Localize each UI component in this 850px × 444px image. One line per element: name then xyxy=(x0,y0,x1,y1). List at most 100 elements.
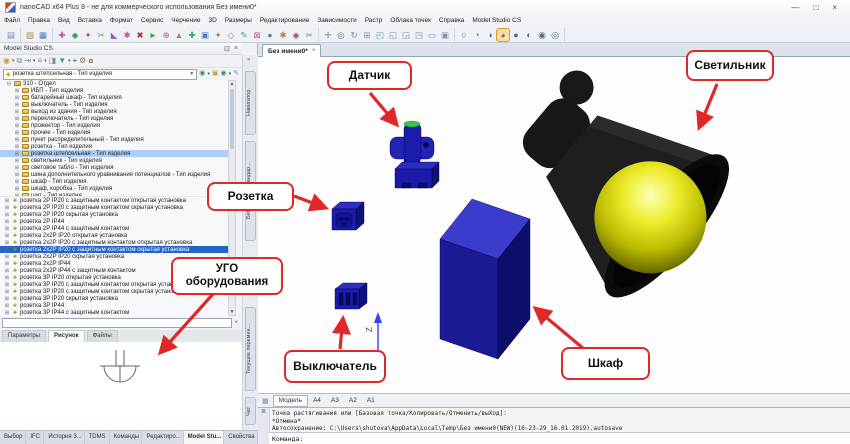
tree-item[interactable]: ⊞розетка - Тип изделия xyxy=(0,143,228,150)
expander-icon[interactable]: ⊞ xyxy=(14,130,20,136)
scroll-up-icon[interactable]: ▲ xyxy=(229,81,235,87)
menu-item[interactable]: Сервис xyxy=(137,15,167,27)
cad-tool-icon[interactable]: ✱ xyxy=(277,29,289,41)
clear-filter-icon[interactable]: × xyxy=(234,320,238,326)
expander-icon[interactable]: ⊞ xyxy=(14,186,20,192)
expander-icon[interactable]: ⊞ xyxy=(4,289,10,295)
tree-item[interactable]: ⊞шкаф, коробка - Тип изделия xyxy=(0,185,228,192)
side-tab[interactable]: Навигатор xyxy=(245,71,256,135)
layout-tab-A1[interactable]: A1 xyxy=(362,395,380,407)
expander-icon[interactable]: ⊞ xyxy=(14,109,20,115)
layout-tab-A2[interactable]: A2 xyxy=(344,395,362,407)
dropdown-arrow-icon[interactable]: ▾ xyxy=(33,58,36,64)
menu-item[interactable]: Зависимости xyxy=(313,15,360,27)
cad-tool-icon[interactable]: ◇ xyxy=(225,29,237,41)
cad-tool-icon[interactable]: ✚ xyxy=(56,29,68,41)
expander-icon[interactable]: ⊞ xyxy=(14,144,20,150)
dropdown-arrow-icon[interactable]: ▾ xyxy=(68,58,71,64)
expander-icon[interactable]: ⊞ xyxy=(4,282,10,288)
cabinet-model[interactable] xyxy=(440,199,530,359)
new-file-icon[interactable]: ▤ xyxy=(5,29,17,41)
part-item[interactable]: ⊞✚розетка 2P IP44 xyxy=(0,218,228,225)
box-view-icon[interactable]: ▭ xyxy=(426,29,438,41)
expander-icon[interactable]: ⊞ xyxy=(14,158,20,164)
expander-icon[interactable]: ⊞ xyxy=(4,240,10,246)
part-item[interactable]: ⊞✚розетка 3P IP44 xyxy=(0,302,228,309)
expander-icon[interactable]: ⊞ xyxy=(4,303,10,309)
cad-tool-icon[interactable]: ▣ xyxy=(199,29,211,41)
expander-icon[interactable]: ⊟ xyxy=(6,81,12,87)
menu-item[interactable]: Справка xyxy=(435,15,469,27)
close-button[interactable]: × xyxy=(832,3,837,12)
part-item[interactable]: ⊞✚розетка 2х2P IP20 с защитным контактом… xyxy=(0,246,228,253)
menu-item[interactable]: Правка xyxy=(24,15,54,27)
cad-tool-icon[interactable]: ● xyxy=(264,29,276,41)
dock-tab[interactable]: TDMS xyxy=(85,431,110,444)
view-style-icon[interactable]: ● xyxy=(510,29,522,41)
tree-item[interactable]: ⊞шина дополнительного уравнивания потенц… xyxy=(0,171,228,178)
expander-icon[interactable]: ⊞ xyxy=(4,212,10,218)
filter-icon[interactable]: ▼ xyxy=(58,55,66,67)
part-item[interactable]: ⊞✚розетка 2P IP20 скрытая установка xyxy=(0,211,228,218)
menu-item[interactable]: Формат xyxy=(106,15,137,27)
apply-icon[interactable]: ◉ xyxy=(221,69,227,79)
collapse-icon[interactable]: ◨ xyxy=(49,55,57,67)
expander-icon[interactable]: ⊞ xyxy=(4,261,10,267)
socket-model[interactable] xyxy=(332,202,364,230)
side-tab[interactable]: Чат xyxy=(245,397,256,425)
zoom-icon[interactable]: ◎ xyxy=(335,29,347,41)
tree-root[interactable]: ⊟310 - Отдел xyxy=(0,80,228,87)
expander-icon[interactable]: ⊞ xyxy=(14,179,20,185)
box-view-icon[interactable]: ◰ xyxy=(374,29,386,41)
expander-icon[interactable]: ⊞ xyxy=(4,254,10,260)
document-tab-close-icon[interactable]: × xyxy=(312,48,316,54)
image-icon[interactable]: ▣ xyxy=(212,69,219,79)
element-type-icon[interactable]: ◉ xyxy=(3,55,10,67)
expander-icon[interactable]: ⊞ xyxy=(14,137,20,143)
tree-item[interactable]: ⊞выключатель - Тип изделия xyxy=(0,101,228,108)
menu-item[interactable]: Растр xyxy=(361,15,387,27)
open-icon[interactable]: ▧ xyxy=(24,29,36,41)
expander-icon[interactable]: ⊞ xyxy=(4,226,10,232)
switch-model[interactable] xyxy=(335,283,367,309)
search-icon[interactable]: ⌖ xyxy=(73,55,78,67)
search-combo[interactable]: ◆ розетка штепсельная - Тип изделия ▼ xyxy=(3,69,197,80)
part-item[interactable]: ⊞✚розетка 2P IP20 с защитным контактом о… xyxy=(0,197,228,204)
palette-tab-Рисунок[interactable]: Рисунок xyxy=(48,330,85,342)
menu-item[interactable]: Размеры xyxy=(221,15,256,27)
expander-icon[interactable]: ⊞ xyxy=(4,247,10,253)
cad-tool-icon[interactable]: ◆ xyxy=(69,29,81,41)
tree-item[interactable]: ⊞световое табло - Тип изделия xyxy=(0,164,228,171)
tree-item[interactable]: ⊞светильник - Тип изделия xyxy=(0,157,228,164)
expander-icon[interactable]: ⊞ xyxy=(14,172,20,178)
tree-item[interactable]: ⊞выход из здания - Тип изделия xyxy=(0,108,228,115)
goto-icon[interactable]: ⇥ xyxy=(24,55,31,67)
cad-tool-icon[interactable]: ◣ xyxy=(108,29,120,41)
view-style-icon[interactable]: ◕ xyxy=(497,29,509,41)
cad-tool-icon[interactable]: ◆ xyxy=(290,29,302,41)
expander-icon[interactable]: ⊞ xyxy=(4,275,10,281)
tree-item[interactable]: ⊞шкаф - Тип изделия xyxy=(0,178,228,185)
tree-item[interactable]: ⊞прочее - Тип изделия xyxy=(0,129,228,136)
insert-object-icon[interactable]: ◉ xyxy=(199,69,205,79)
expander-icon[interactable]: ⊞ xyxy=(4,268,10,274)
filter-input[interactable] xyxy=(2,318,232,328)
tree-item[interactable]: ⊞батарейный шкаф - Тип изделия xyxy=(0,94,228,101)
expander-icon[interactable]: ⊞ xyxy=(4,219,10,225)
export-icon[interactable]: ⧇ xyxy=(88,55,93,67)
cad-tool-icon[interactable]: ⊠ xyxy=(251,29,263,41)
view-style-icon[interactable]: ◐ xyxy=(523,29,535,41)
settings-icon[interactable]: ⚙ xyxy=(79,55,86,67)
menu-item[interactable]: Редактирование xyxy=(256,15,314,27)
menu-item[interactable]: Файл xyxy=(0,15,24,27)
view-style-icon[interactable]: ◔ xyxy=(471,29,483,41)
expander-icon[interactable]: ⊞ xyxy=(14,151,20,157)
collapse-chevron-icon[interactable]: » xyxy=(247,57,250,63)
dock-tab[interactable]: Команды xyxy=(110,431,143,444)
tree-mode-icon[interactable]: ≡ xyxy=(37,55,42,67)
brush-icon[interactable]: ✎ xyxy=(233,69,239,79)
expander-icon[interactable]: ⊞ xyxy=(14,102,20,108)
part-item[interactable]: ⊞✚розетка 2P IP20 с защитным контактом с… xyxy=(0,204,228,211)
part-item[interactable]: ⊞✚розетка 3P IP44 с защитным контактом xyxy=(0,309,228,316)
part-item[interactable]: ⊞✚розетка 3P IP20 скрытая установка xyxy=(0,295,228,302)
